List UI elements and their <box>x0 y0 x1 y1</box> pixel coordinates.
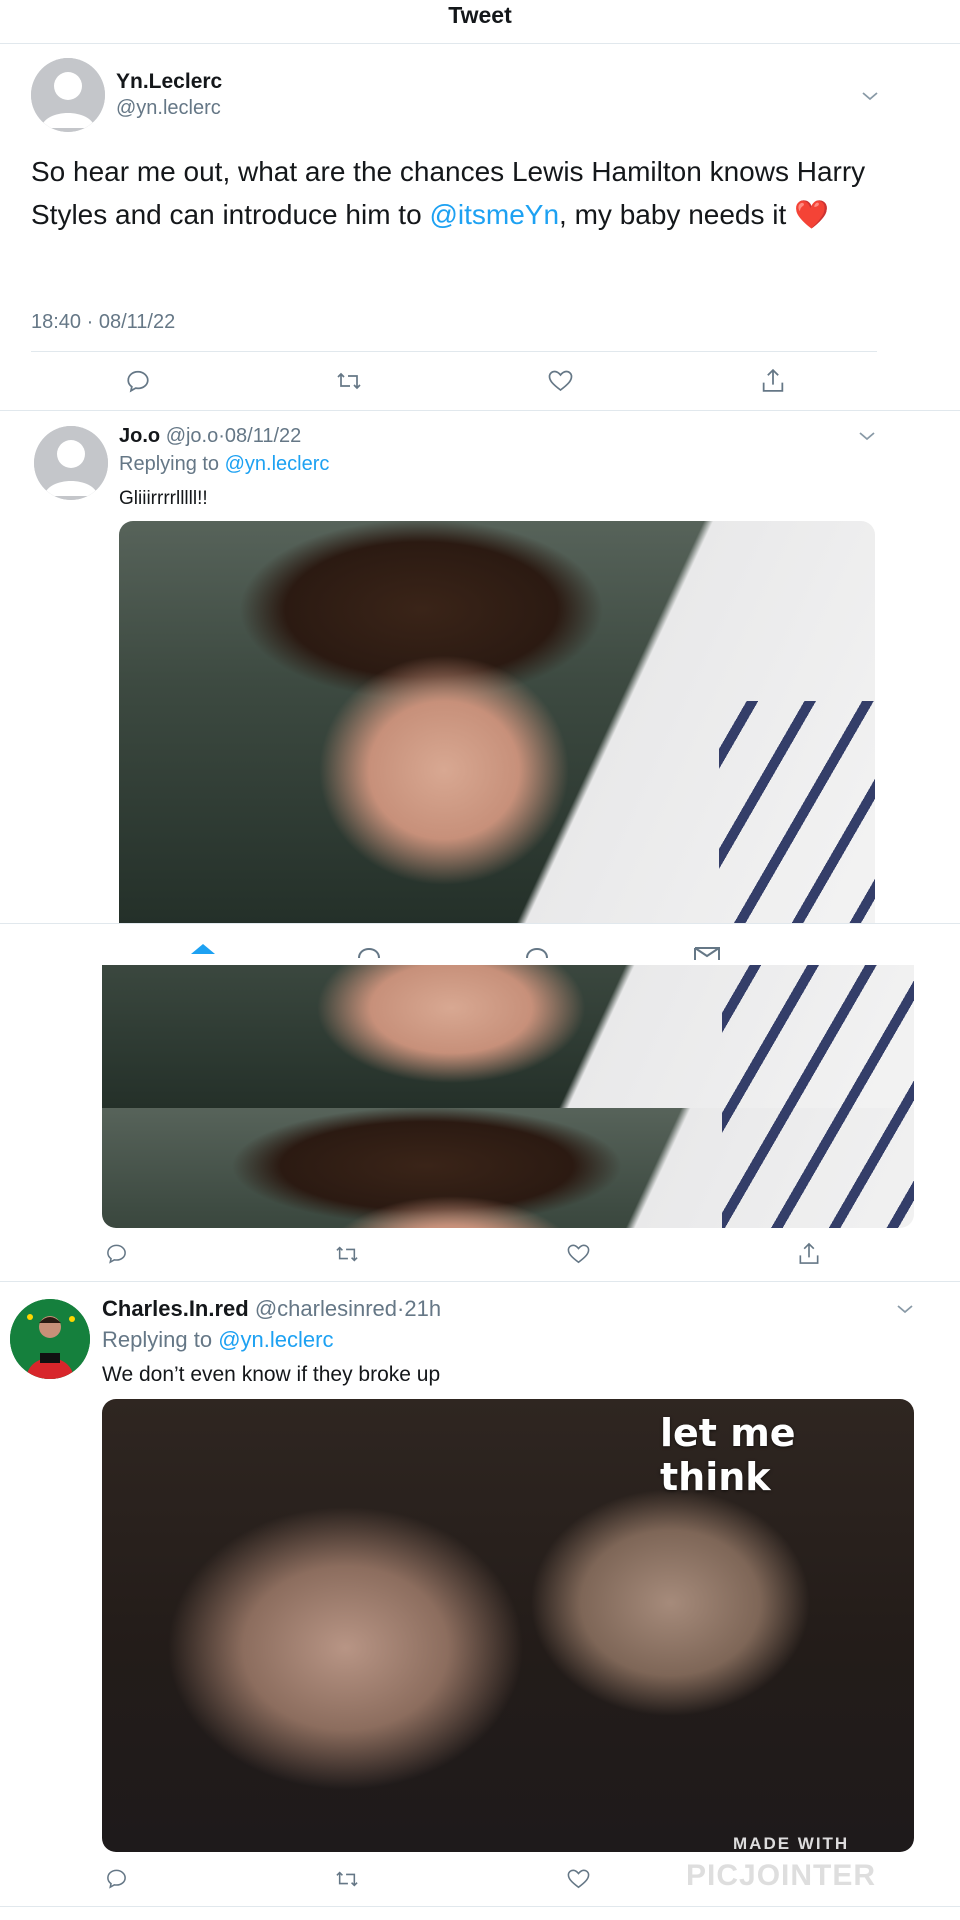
jacket-stripes <box>722 965 914 1228</box>
handle[interactable]: @jo.o <box>166 425 219 447</box>
reply-date: 21h <box>404 1296 442 1321</box>
replying-to: Replying to @yn.leclerc <box>102 1327 333 1353</box>
avatar[interactable] <box>10 1299 90 1379</box>
separator: · <box>218 425 225 447</box>
replying-prefix: Replying to <box>119 453 225 475</box>
top-bar: Tweet <box>0 0 960 44</box>
retweet-icon[interactable] <box>334 1243 360 1265</box>
divider <box>31 351 877 352</box>
handle[interactable]: @yn.leclerc <box>116 97 221 120</box>
jacket-stripes <box>719 701 875 923</box>
tweet-text: So hear me out, what are the chances Lew… <box>31 150 891 236</box>
replying-to: Replying to @yn.leclerc <box>119 453 329 476</box>
reply-media-image-continued[interactable] <box>102 965 914 1228</box>
handle[interactable]: @charlesinred <box>255 1296 397 1321</box>
media-caption: let me think <box>660 1411 796 1499</box>
display-name[interactable]: Charles.In.red <box>102 1296 249 1321</box>
home-icon[interactable] <box>188 938 218 960</box>
mention-link[interactable]: @yn.leclerc <box>225 453 330 475</box>
chevron-down-icon[interactable] <box>895 1299 915 1319</box>
reply-icon[interactable] <box>105 1242 128 1265</box>
reply-text: Gliiirrrrlllll!! <box>119 488 208 509</box>
display-name[interactable]: Jo.o <box>119 425 160 447</box>
reply-icon[interactable] <box>125 368 151 394</box>
avatar[interactable] <box>34 426 108 500</box>
mention-link[interactable]: @itsmeYn <box>429 199 559 230</box>
chevron-down-icon[interactable] <box>857 426 877 446</box>
notifications-icon[interactable] <box>522 938 552 960</box>
bottom-tab-bar <box>0 923 960 965</box>
reply-header: Jo.o @jo.o·08/11/22 <box>119 425 301 448</box>
watermark-line2: PICJOINTER <box>686 1859 877 1892</box>
like-icon[interactable] <box>566 1868 591 1890</box>
reply-icon[interactable] <box>105 1867 128 1890</box>
divider <box>0 1281 960 1282</box>
replying-prefix: Replying to <box>102 1327 219 1352</box>
messages-icon[interactable] <box>692 938 722 960</box>
watermark-line1: MADE WITH <box>733 1834 850 1853</box>
like-icon[interactable] <box>566 1243 591 1265</box>
share-icon[interactable] <box>760 367 786 394</box>
reply-media-image[interactable] <box>119 521 875 923</box>
chevron-down-icon[interactable] <box>860 86 880 106</box>
retweet-icon[interactable] <box>335 369 363 393</box>
share-icon[interactable] <box>797 1241 821 1266</box>
divider <box>0 1906 960 1907</box>
reply-date: 08/11/22 <box>224 425 302 447</box>
reply-header: Charles.In.red @charlesinred·21h <box>102 1296 441 1322</box>
tweet-timestamp: 18:40 · 08/11/22 <box>31 311 176 333</box>
reply-media-image[interactable]: let me think <box>102 1399 914 1852</box>
divider <box>0 410 960 411</box>
like-icon[interactable] <box>547 369 574 393</box>
page-title: Tweet <box>448 2 512 28</box>
display-name[interactable]: Yn.Leclerc <box>116 70 222 94</box>
mention-link[interactable]: @yn.leclerc <box>218 1327 333 1352</box>
reply-text: We don’t even know if they broke up <box>102 1363 441 1386</box>
avatar[interactable] <box>31 58 105 132</box>
heart-emoji: ❤️ <box>794 199 829 230</box>
retweet-icon[interactable] <box>334 1868 360 1890</box>
tweet-text-part: , my baby needs it <box>559 199 795 230</box>
search-icon[interactable] <box>354 938 384 960</box>
